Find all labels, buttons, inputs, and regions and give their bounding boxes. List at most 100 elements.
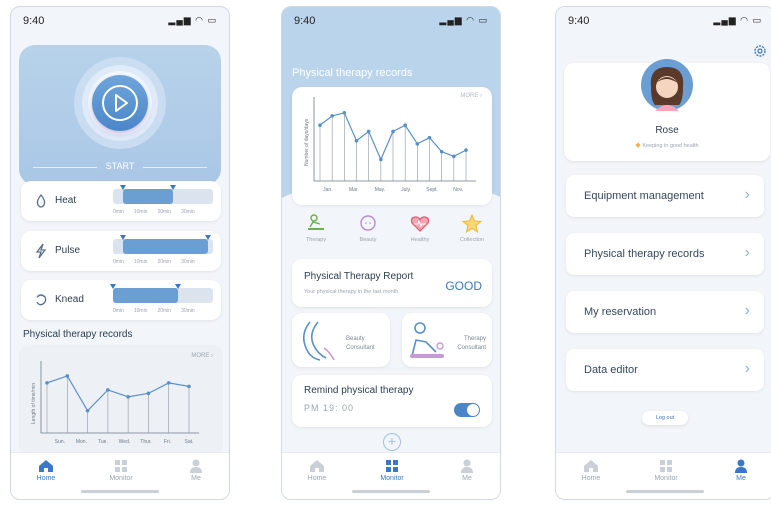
remind-time[interactable]: PM 19: 00 [304, 403, 354, 413]
chart-point [146, 391, 151, 396]
menu-my-reservation[interactable]: My reservation › [566, 291, 764, 333]
remind-card: Remind physical therapy PM 19: 00 [292, 375, 492, 427]
slider-handle[interactable] [120, 235, 126, 240]
chart-point [452, 154, 456, 159]
monitor-icon [386, 460, 398, 472]
slider-handle[interactable] [110, 284, 116, 289]
menu-equipment-management[interactable]: Equipment management › [566, 175, 764, 217]
status-bar: 9:40 ▂▄▆ ◠ ▭ [11, 7, 229, 31]
report-subtitle: Your physical therapy in the last month [304, 289, 399, 295]
tab-me[interactable]: Me [437, 459, 497, 482]
category-beauty[interactable]: Beauty [348, 213, 388, 243]
chart-point [65, 374, 70, 378]
chart-point [403, 123, 407, 128]
chart-point [166, 381, 171, 385]
tick-label: 20min [157, 308, 172, 314]
start-label[interactable]: START [97, 161, 143, 171]
status-time: 9:40 [23, 15, 45, 27]
beauty-consultant-icon [302, 321, 335, 361]
therapy-consultant-icon [410, 322, 444, 358]
tab-home-label: Home [581, 475, 601, 482]
beauty-consultant-label: Beauty Consultant [346, 335, 375, 353]
yearly-chart-card: MORE › Jan. Mar. May. July. Sept. Nov. Number … [292, 87, 492, 205]
home-screen: 9:40 ▂▄▆ ◠ ▭ START Heat 0min 10min 20min 30… [10, 6, 230, 500]
report-title: Physical Therapy Report [304, 271, 414, 282]
toggle-knob [467, 404, 479, 416]
beauty-consultant-card[interactable]: Beauty Consultant [292, 313, 390, 367]
tick-label: 20min [157, 259, 172, 265]
monitor-icon [115, 460, 127, 472]
duration-ticks: 0min 10min 20min 30min [113, 308, 205, 314]
tab-me-label: Me [191, 475, 201, 482]
tab-home[interactable]: Home [287, 459, 347, 482]
category-healthy[interactable]: Healthy [400, 213, 440, 243]
slider-handle[interactable] [120, 185, 126, 190]
tab-bar: Home Monitor Me [556, 452, 771, 499]
slider-handle[interactable] [170, 185, 176, 190]
chevron-right-icon: › [744, 360, 750, 377]
chart-axes [313, 97, 476, 182]
mode-row-knead[interactable]: Knead 0min 10min 20min 30min [21, 280, 221, 320]
menu-label: Equipment management [584, 190, 704, 202]
remind-toggle[interactable] [454, 403, 480, 417]
chart-tick-label: Mon. [76, 439, 87, 445]
slider-handle[interactable] [175, 284, 181, 289]
tab-monitor[interactable]: Monitor [362, 459, 422, 482]
tab-me[interactable]: Me [711, 459, 771, 482]
mode-row-heat[interactable]: Heat 0min 10min 20min 30min [21, 181, 221, 221]
tab-home[interactable]: Home [16, 459, 76, 482]
monitor-screen: 9:40 ▂▄▆ ◠ ▭ Physical therapy records MO… [281, 6, 501, 500]
status-bar: 9:40 ▂▄▆ ◠ ▭ [282, 7, 500, 31]
diamond-icon: ◆ [635, 142, 641, 149]
tab-home[interactable]: Home [561, 459, 621, 482]
slider-handle[interactable] [205, 235, 211, 240]
logout-button[interactable]: Log out [642, 411, 688, 425]
person-icon [461, 459, 473, 473]
chevron-right-icon: › [744, 302, 750, 319]
chart-point [126, 395, 130, 399]
tab-me[interactable]: Me [166, 459, 226, 482]
menu-data-editor[interactable]: Data editor › [566, 349, 764, 391]
chart-point [391, 129, 395, 134]
category-label: Healthy [410, 237, 430, 243]
category-collection[interactable]: Collection [452, 213, 492, 243]
tab-monitor-label: Monitor [109, 475, 133, 482]
chart-tick-label: Nov. [453, 187, 463, 193]
yearly-line-chart: Jan. Mar. May. July. Sept. Nov. Number of days… [304, 97, 476, 193]
duration-ticks: 0min 10min 20min 30min [113, 259, 205, 265]
category-therapy[interactable]: Therapy [296, 213, 336, 243]
play-button[interactable] [92, 75, 148, 131]
therapy-consultant-card[interactable]: Therapy Consultant [402, 313, 492, 367]
chart-point [45, 381, 49, 385]
menu-physical-therapy-records[interactable]: Physical therapy records › [566, 233, 764, 275]
menu-label: My reservation [584, 306, 657, 318]
duration-slider-fill [123, 239, 208, 254]
person-icon [190, 459, 202, 473]
report-card[interactable]: Physical Therapy Report Your physical th… [292, 259, 492, 307]
tick-label: 30min [181, 308, 195, 314]
signal-wifi-battery-icon: ▂▄▆ ◠ ▭ [439, 15, 488, 25]
chart-tick-label: Fri. [164, 439, 171, 445]
tab-bar: Home Monitor Me [11, 452, 229, 499]
tick-label: 10min [133, 259, 148, 265]
tab-monitor-label: Monitor [654, 475, 678, 482]
tab-monitor[interactable]: Monitor [636, 459, 696, 482]
tab-monitor[interactable]: Monitor [91, 459, 151, 482]
status-bar: 9:40 ▂▄▆ ◠ ▭ [556, 7, 771, 31]
tick-label: 10min [133, 308, 148, 314]
mode-row-pulse[interactable]: Pulse 0min 10min 20min 30min [21, 231, 221, 271]
me-screen: 9:40 ▂▄▆ ◠ ▭ Rose ◆ Keeping in good heal… [555, 6, 771, 500]
chart-tick-label: Sept. [426, 187, 438, 193]
chart-y-label: Length of time/min [31, 383, 37, 424]
chart-tick-label: July. [401, 187, 411, 193]
chart-point [379, 157, 383, 162]
chart-tick-label: Sun. [55, 439, 65, 445]
chart-point [342, 110, 347, 115]
add-button[interactable]: + [383, 433, 401, 451]
person-icon [735, 459, 747, 473]
home-indicator [626, 490, 704, 493]
mode-label: Pulse [55, 245, 81, 256]
settings-gear-icon[interactable] [752, 43, 768, 59]
avatar[interactable] [639, 57, 695, 113]
signal-wifi-battery-icon: ▂▄▆ ◠ ▭ [168, 15, 217, 25]
